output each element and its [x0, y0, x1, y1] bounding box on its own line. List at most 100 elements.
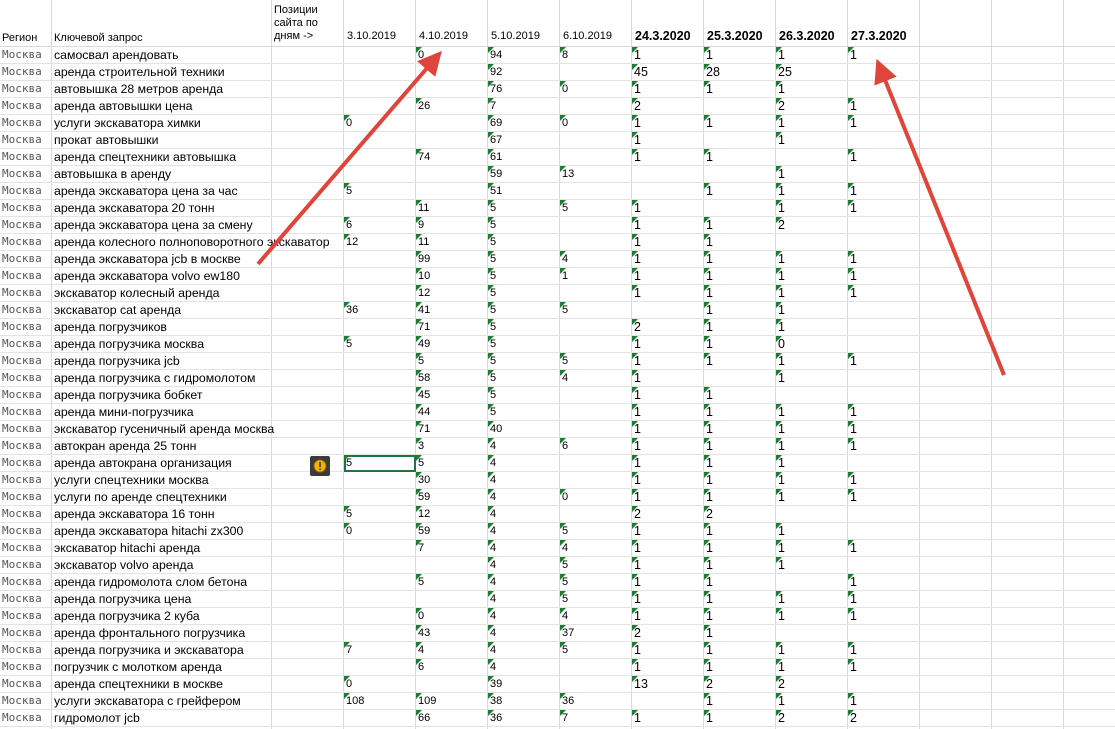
cell-position[interactable]: 4: [560, 251, 632, 268]
cell-position[interactable]: 4: [488, 557, 560, 574]
cell-position[interactable]: 1: [632, 149, 704, 166]
cell-position[interactable]: [344, 608, 416, 625]
cell-position[interactable]: 1: [848, 472, 920, 489]
cell-position[interactable]: 1: [776, 200, 848, 217]
cell-region[interactable]: Москва: [0, 591, 52, 608]
cell-keyword[interactable]: аренда спецтехники автовышка: [52, 149, 272, 166]
cell-position[interactable]: 2: [632, 319, 704, 336]
cell-keyword[interactable]: автовышка в аренду: [52, 166, 272, 183]
cell-position[interactable]: 1: [704, 353, 776, 370]
cell-region[interactable]: Москва: [0, 404, 52, 421]
cell-region[interactable]: Москва: [0, 81, 52, 98]
cell-region[interactable]: Москва: [0, 693, 52, 710]
cell-position[interactable]: 1: [776, 183, 848, 200]
cell-position[interactable]: 2: [632, 625, 704, 642]
cell-region[interactable]: Москва: [0, 285, 52, 302]
cell-position[interactable]: 58: [416, 370, 488, 387]
cell-position[interactable]: 1: [704, 81, 776, 98]
cell-keyword[interactable]: погрузчик с молотком аренда: [52, 659, 272, 676]
cell-position[interactable]: 74: [416, 149, 488, 166]
cell-position[interactable]: [344, 64, 416, 81]
cell-position[interactable]: 1: [848, 353, 920, 370]
cell-region[interactable]: Москва: [0, 676, 52, 693]
cell-position[interactable]: 1: [704, 421, 776, 438]
cell-position[interactable]: 1: [776, 370, 848, 387]
cell-position[interactable]: 5: [560, 591, 632, 608]
cell-keyword[interactable]: экскаватор колесный аренда: [52, 285, 272, 302]
cell-region[interactable]: Москва: [0, 64, 52, 81]
cell-position[interactable]: 1: [632, 370, 704, 387]
cell-position[interactable]: 1: [776, 268, 848, 285]
cell-position[interactable]: 6: [560, 438, 632, 455]
cell-position[interactable]: 11: [416, 200, 488, 217]
cell-position[interactable]: [416, 676, 488, 693]
cell-position[interactable]: [560, 472, 632, 489]
cell-position[interactable]: 4: [488, 506, 560, 523]
cell-keyword[interactable]: экскаватор гусеничный аренда москва: [52, 421, 274, 438]
header-date[interactable]: 5.10.2019: [491, 30, 540, 42]
cell-position[interactable]: 1: [704, 591, 776, 608]
cell-position[interactable]: 7: [560, 710, 632, 727]
cell-keyword[interactable]: аренда колесного полноповоротного экскав…: [52, 234, 330, 251]
cell-position[interactable]: 1: [848, 693, 920, 710]
cell-position[interactable]: 2: [848, 710, 920, 727]
cell-position[interactable]: [344, 489, 416, 506]
cell-position[interactable]: [848, 132, 920, 149]
cell-position[interactable]: 1: [704, 489, 776, 506]
cell-keyword[interactable]: аренда экскаватора jcb в москве: [52, 251, 272, 268]
cell-position[interactable]: 1: [704, 234, 776, 251]
cell-position[interactable]: [344, 472, 416, 489]
cell-position[interactable]: 1: [632, 268, 704, 285]
cell-position[interactable]: 8: [560, 47, 632, 64]
cell-keyword[interactable]: услуги экскаватора химки: [52, 115, 272, 132]
cell-position[interactable]: [560, 183, 632, 200]
cell-position[interactable]: 10: [416, 268, 488, 285]
cell-position[interactable]: 4: [416, 642, 488, 659]
cell-position[interactable]: 5: [488, 336, 560, 353]
cell-position[interactable]: 1: [776, 47, 848, 64]
cell-region[interactable]: Москва: [0, 574, 52, 591]
cell-position[interactable]: [344, 319, 416, 336]
cell-position[interactable]: [344, 166, 416, 183]
cell-position[interactable]: 37: [560, 625, 632, 642]
cell-position[interactable]: 5: [488, 370, 560, 387]
cell-keyword[interactable]: гидромолот jcb: [52, 710, 272, 727]
cell-keyword[interactable]: аренда погрузчика цена: [52, 591, 272, 608]
cell-position[interactable]: 1: [776, 608, 848, 625]
cell-position[interactable]: 5: [488, 319, 560, 336]
cell-region[interactable]: Москва: [0, 421, 52, 438]
cell-keyword[interactable]: аренда фронтального погрузчика: [52, 625, 272, 642]
cell-region[interactable]: Москва: [0, 557, 52, 574]
cell-keyword[interactable]: аренда экскаватора volvo ew180: [52, 268, 272, 285]
cell-position[interactable]: 1: [632, 523, 704, 540]
cell-position[interactable]: 1: [704, 183, 776, 200]
cell-position[interactable]: 5: [416, 574, 488, 591]
cell-position[interactable]: 2: [704, 676, 776, 693]
cell-position[interactable]: [560, 659, 632, 676]
header-date[interactable]: 6.10.2019: [563, 30, 612, 42]
cell-position[interactable]: 2: [776, 217, 848, 234]
cell-position[interactable]: 1: [776, 693, 848, 710]
cell-position[interactable]: 1: [848, 285, 920, 302]
cell-position[interactable]: 1: [848, 115, 920, 132]
cell-position[interactable]: 1: [704, 642, 776, 659]
cell-region[interactable]: Москва: [0, 659, 52, 676]
cell-position[interactable]: 5: [416, 455, 488, 472]
cell-region[interactable]: Москва: [0, 353, 52, 370]
cell-position[interactable]: 4: [488, 642, 560, 659]
cell-position[interactable]: [848, 217, 920, 234]
cell-position[interactable]: 4: [560, 370, 632, 387]
cell-region[interactable]: Москва: [0, 217, 52, 234]
cell-position[interactable]: 1: [632, 540, 704, 557]
cell-position[interactable]: 4: [488, 574, 560, 591]
cell-position[interactable]: 1: [632, 47, 704, 64]
cell-position[interactable]: 5: [560, 557, 632, 574]
cell-position[interactable]: 49: [416, 336, 488, 353]
cell-position[interactable]: [848, 302, 920, 319]
cell-position[interactable]: 1: [632, 421, 704, 438]
cell-position[interactable]: 1: [776, 489, 848, 506]
cell-position[interactable]: 5: [560, 523, 632, 540]
cell-position[interactable]: [560, 421, 632, 438]
cell-position[interactable]: 5: [488, 387, 560, 404]
header-positions[interactable]: Позиции сайта по дням ->: [274, 4, 336, 43]
